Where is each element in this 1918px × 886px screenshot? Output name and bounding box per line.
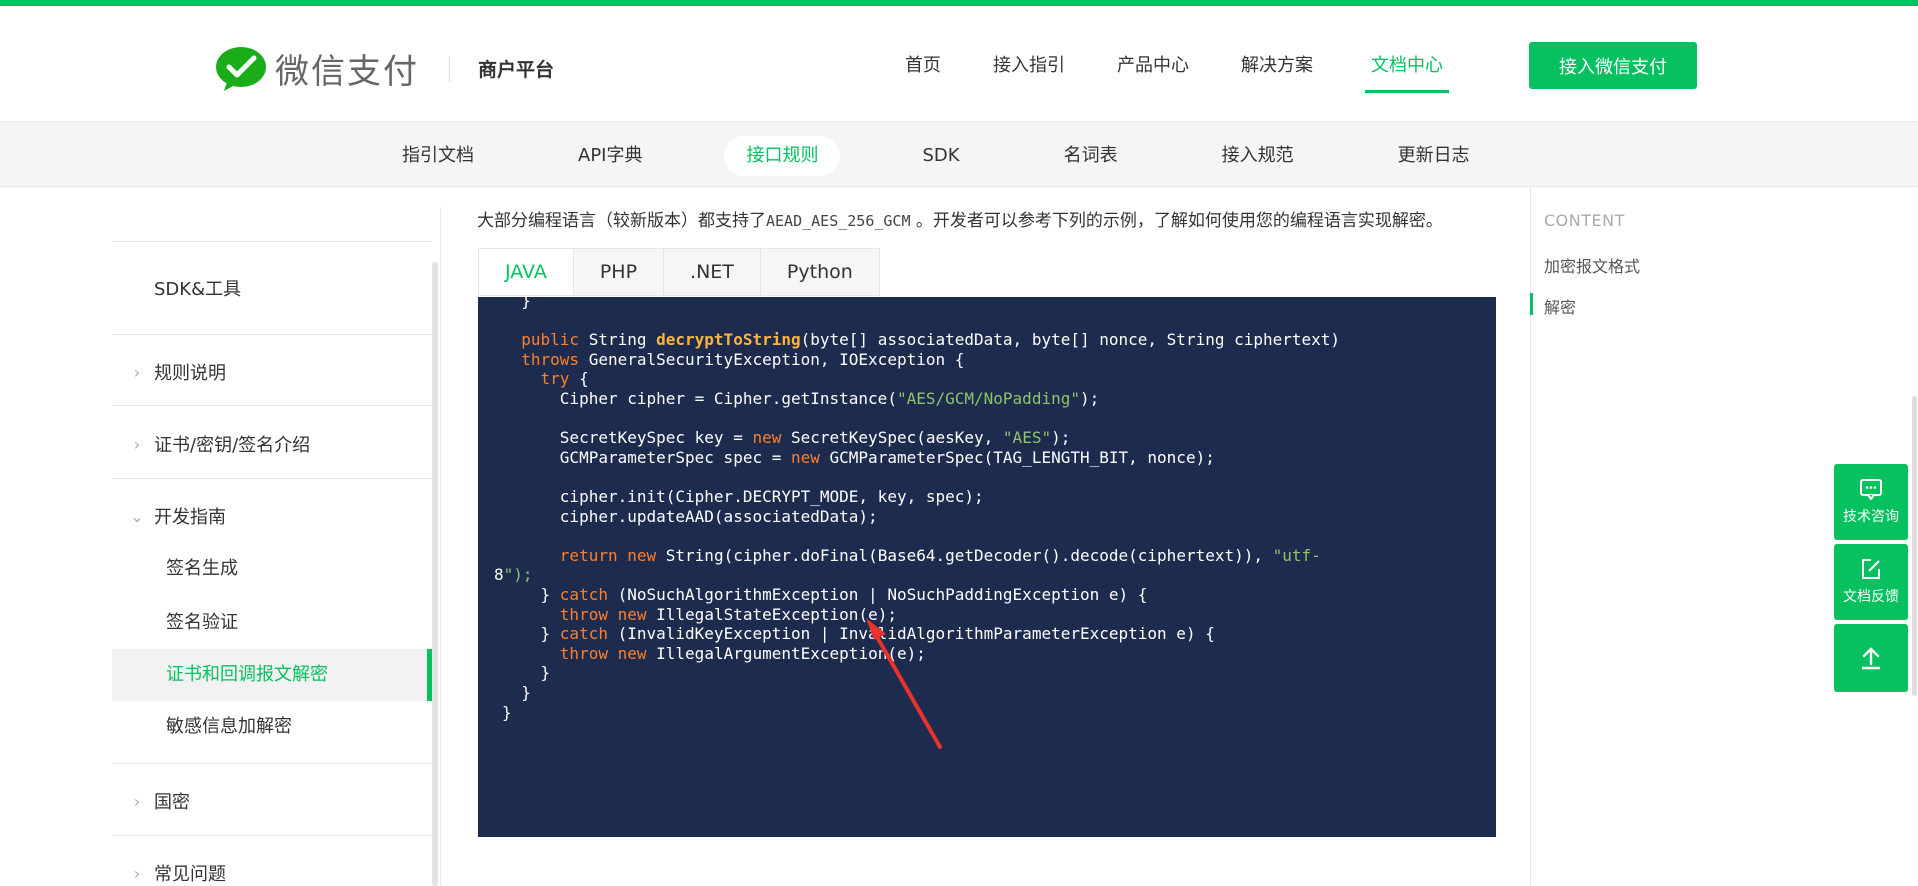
sidebar-item-label: 开发指南	[154, 507, 226, 528]
divider	[112, 334, 432, 335]
tab-python[interactable]: Python	[761, 249, 879, 295]
code-line: Cipher cipher = Cipher.getInstance("AES/…	[502, 389, 1100, 408]
language-tabs: JAVA PHP .NET Python	[478, 248, 880, 296]
sidebar-item-dev-guide[interactable]: ⌄ 开发指南	[112, 501, 432, 531]
logo-subtitle: 商户平台	[478, 59, 555, 81]
code-line: throw new IllegalArgumentException(e);	[559, 643, 926, 663]
toc-item-encrypted-format[interactable]: 加密报文格式	[1544, 253, 1640, 277]
sidebar-item-label: SDK&工具	[154, 279, 242, 300]
left-sidebar: SDK&工具 › 规则说明 › 证书/密钥/签名介绍 ⌄ 开发指南 签名生成 签…	[112, 187, 432, 886]
doc-feedback-button[interactable]: 文档反馈	[1834, 544, 1908, 620]
sidebar-item-label: 证书/密钥/签名介绍	[154, 435, 311, 456]
sidebar-item-label: 规则说明	[154, 363, 226, 384]
code-block[interactable]: } public String decryptToString(byte[] a…	[478, 297, 1496, 837]
tech-consult-button[interactable]: 技术咨询	[1834, 464, 1908, 540]
sidebar-item-national-crypto[interactable]: › 国密	[112, 786, 432, 816]
site-header: 微信支付 商户平台 首页 接入指引 产品中心 解决方案 文档中心 接入微信支付	[0, 6, 1918, 121]
code-line: }	[502, 297, 531, 310]
divider	[112, 405, 432, 406]
code-line: return new String(cipher.doFinal(Base64.…	[559, 545, 1321, 565]
tab-java[interactable]: JAVA	[479, 249, 574, 295]
table-of-contents: CONTENT 加密报文格式 解密	[1530, 187, 1790, 886]
join-wechat-pay-button[interactable]: 接入微信支付	[1529, 42, 1697, 89]
chevron-right-icon: ›	[133, 362, 141, 382]
arrow-up-icon	[1834, 642, 1908, 672]
sidebar-item-cert-decrypt[interactable]: 证书和回调报文解密	[112, 649, 432, 701]
code-line: cipher.updateAAD(associatedData);	[502, 506, 878, 526]
nav-docs[interactable]: 文档中心	[1365, 51, 1449, 93]
nav-solutions[interactable]: 解决方案	[1241, 51, 1313, 91]
code-line: GCMParameterSpec spec = new GCMParameter…	[502, 447, 1215, 467]
sidebar-item-label: 常见问题	[154, 864, 226, 885]
tab-dotnet[interactable]: .NET	[664, 249, 761, 295]
sidebar-item-label: 国密	[154, 792, 190, 813]
toc-item-decrypt[interactable]: 解密	[1544, 294, 1576, 318]
sub-nav: 指引文档 API字典 接口规则 SDK 名词表 接入规范 更新日志	[0, 121, 1918, 187]
doc-feedback-label: 文档反馈	[1843, 589, 1899, 605]
divider	[112, 478, 432, 479]
chat-icon	[1834, 474, 1908, 504]
divider	[112, 763, 432, 764]
divider	[112, 241, 432, 242]
tech-consult-label: 技术咨询	[1843, 509, 1899, 525]
sidebar-item-sdk-tools[interactable]: SDK&工具	[112, 273, 432, 303]
sidebar-item-sign-verify[interactable]: 签名验证	[112, 597, 432, 649]
chevron-right-icon: ›	[133, 863, 141, 883]
main-nav: 首页 接入指引 产品中心 解决方案 文档中心	[905, 51, 1501, 93]
sidebar-item-sign-generate[interactable]: 签名生成	[112, 543, 432, 595]
sidebar-item-faq[interactable]: › 常见问题	[112, 858, 432, 886]
intro-text: 大部分编程语言（较新版本）都支持了AEAD_AES_256_GCM 。开发者可以…	[477, 206, 1443, 231]
sidebar-item-certificates[interactable]: › 证书/密钥/签名介绍	[112, 429, 432, 459]
divider	[112, 835, 432, 836]
subnav-access-spec[interactable]: 接入规范	[1200, 136, 1316, 176]
sidebar-item-rules[interactable]: › 规则说明	[112, 357, 432, 387]
nav-products[interactable]: 产品中心	[1117, 51, 1189, 91]
sidebar-scrollbar[interactable]	[432, 262, 438, 886]
logo-divider	[449, 55, 450, 82]
toc-title: CONTENT	[1544, 211, 1625, 230]
back-to-top-button[interactable]	[1834, 624, 1908, 692]
subnav-changelog[interactable]: 更新日志	[1376, 136, 1492, 176]
edit-icon	[1834, 554, 1908, 584]
sidebar-divider	[440, 207, 441, 886]
subnav-sdk[interactable]: SDK	[900, 136, 981, 176]
intro-code: AEAD_AES_256_GCM	[766, 212, 911, 230]
subnav-glossary[interactable]: 名词表	[1042, 136, 1140, 176]
intro-text-before: 大部分编程语言（较新版本）都支持了	[477, 211, 766, 231]
nav-guide[interactable]: 接入指引	[993, 51, 1065, 91]
toc-active-marker	[1530, 293, 1533, 315]
tab-php[interactable]: PHP	[574, 249, 665, 295]
sidebar-item-sensitive-encrypt[interactable]: 敏感信息加解密	[112, 701, 432, 753]
logo-text: 微信支付	[275, 52, 419, 92]
subnav-guide-docs[interactable]: 指引文档	[380, 136, 496, 176]
intro-text-after: 。开发者可以参考下列的示例，了解如何使用您的编程语言实现解密。	[910, 211, 1443, 231]
chevron-right-icon: ›	[133, 791, 141, 811]
logo[interactable]: 微信支付 商户平台	[215, 44, 554, 93]
subnav-api-dictionary[interactable]: API字典	[556, 136, 664, 176]
wechat-pay-logo-icon	[216, 46, 266, 91]
chevron-down-icon: ⌄	[130, 506, 144, 526]
chevron-right-icon: ›	[133, 434, 141, 454]
subnav-interface-rules[interactable]: 接口规则	[724, 136, 841, 176]
page-scrollbar[interactable]	[1912, 396, 1917, 696]
code-line: }	[502, 702, 512, 722]
nav-home[interactable]: 首页	[905, 51, 941, 91]
